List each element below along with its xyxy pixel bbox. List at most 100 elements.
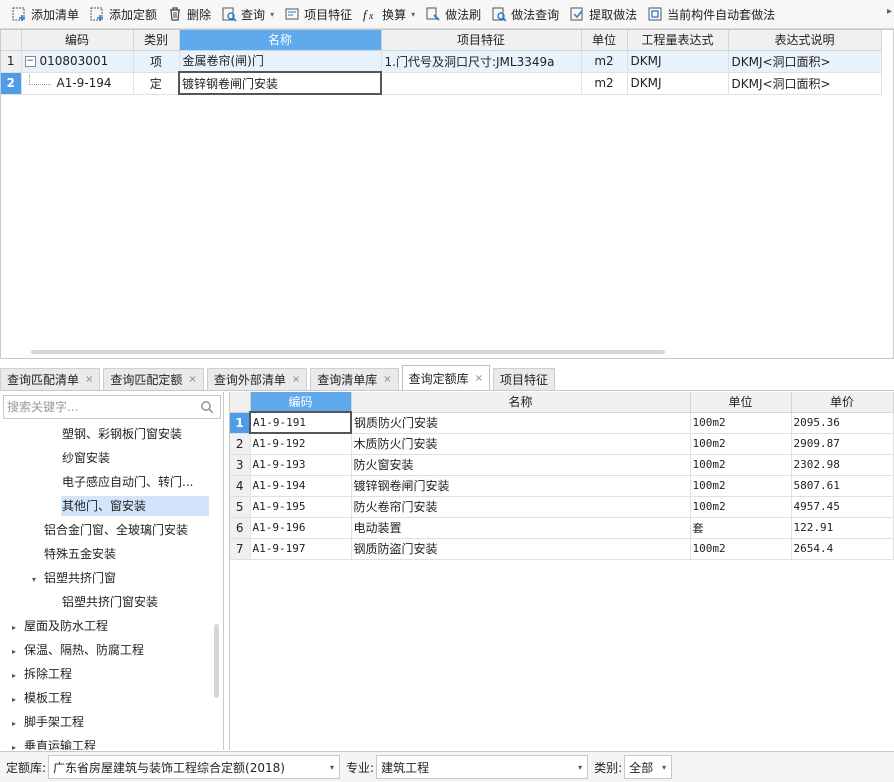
tree-item[interactable]: 铝合金门窗、全玻璃门安装 [44, 520, 188, 540]
tree-item[interactable]: 特殊五金安装 [44, 544, 116, 564]
header-price[interactable]: 单价 [791, 392, 894, 413]
close-icon[interactable]: × [85, 374, 93, 385]
price-cell[interactable]: 4957.45 [791, 496, 894, 518]
header-unit[interactable]: 单位 [581, 30, 628, 51]
table-row[interactable]: 7 A1-9-197 钢质防盗门安装 100m2 2654.4 [230, 538, 894, 560]
tree-item-collapsed[interactable]: ▸ 屋面及防水工程 [12, 616, 108, 636]
row-number[interactable]: 5 [230, 496, 251, 518]
expand-arrow-icon[interactable]: ▸ [12, 618, 24, 638]
feature-button[interactable]: 项目特征 [279, 2, 357, 26]
row-number[interactable]: 2 [230, 433, 251, 455]
header-code[interactable]: 编码 [21, 30, 134, 51]
expand-arrow-icon[interactable]: ▸ [12, 690, 24, 710]
tree-item-selected[interactable]: 其他门、窗安装 [61, 496, 209, 516]
close-icon[interactable]: × [383, 374, 391, 385]
type-cell[interactable]: 定 [133, 72, 180, 95]
name-cell-editing[interactable]: 镀锌钢卷闸门安装 [178, 71, 382, 95]
name-cell[interactable]: 电动装置 [351, 517, 691, 539]
type-cell[interactable]: 项 [133, 50, 180, 73]
unit-cell[interactable]: 100m2 [690, 454, 792, 476]
tab-list-library[interactable]: 查询清单库 × [310, 368, 399, 390]
tab-external-list[interactable]: 查询外部清单 × [206, 368, 308, 390]
query-button[interactable]: 查询 ▾ [216, 2, 279, 26]
header-name[interactable]: 名称 [179, 30, 382, 51]
search-icon[interactable] [200, 400, 214, 414]
feature-cell[interactable] [381, 72, 582, 95]
expression-desc-cell[interactable]: DKMJ<洞口面积> [728, 50, 882, 73]
header-name[interactable]: 名称 [351, 392, 691, 413]
expand-arrow-icon[interactable]: ▸ [12, 738, 24, 750]
name-cell[interactable]: 钢质防火门安装 [351, 412, 691, 434]
table-row[interactable]: 3 A1-9-193 防火窗安装 100m2 2302.98 [230, 454, 894, 476]
search-input[interactable] [7, 397, 197, 417]
collapse-toggle-icon[interactable]: − [24, 56, 36, 67]
row-number[interactable]: 3 [230, 454, 251, 476]
tree-item-collapsed[interactable]: ▸ 垂直运输工程 [12, 736, 96, 750]
row-number[interactable]: 7 [230, 538, 251, 560]
row-number[interactable]: 1 [1, 50, 22, 73]
expression-desc-cell[interactable]: DKMJ<洞口面积> [728, 72, 882, 95]
header-unit[interactable]: 单位 [690, 392, 792, 413]
tree-item[interactable]: 电子感应自动门、转门... [62, 472, 193, 492]
chevron-down-icon[interactable]: ▾ [270, 10, 274, 19]
tree-item[interactable]: 纱窗安装 [62, 448, 110, 468]
table-row[interactable]: 5 A1-9-195 防火卷帘门安装 100m2 4957.45 [230, 496, 894, 518]
tab-match-quota[interactable]: 查询匹配定额 × [103, 368, 204, 390]
table-row[interactable]: 2 A1-9-192 木质防火门安装 100m2 2909.87 [230, 433, 894, 455]
vertical-scrollbar[interactable] [214, 624, 219, 698]
tree-item-collapsed[interactable]: ▸ 脚手架工程 [12, 712, 84, 732]
code-cell[interactable]: A1-9-194 [250, 475, 352, 497]
price-cell[interactable]: 2909.87 [791, 433, 894, 455]
table-row[interactable]: 1 −010803001 项 金属卷帘(闸)门 1.门代号及洞口尺寸:JML33… [1, 50, 882, 73]
add-list-button[interactable]: 添加清单 [6, 2, 84, 26]
code-cell[interactable]: A1-9-197 [250, 538, 352, 560]
name-cell[interactable]: 金属卷帘(闸)门 [179, 50, 382, 73]
row-number[interactable]: 6 [230, 517, 251, 539]
expression-cell[interactable]: DKMJ [627, 72, 729, 95]
tree-item-collapsed[interactable]: ▸ 拆除工程 [12, 664, 72, 684]
price-cell[interactable]: 2302.98 [791, 454, 894, 476]
code-cell[interactable]: −010803001 [21, 50, 134, 73]
table-row[interactable]: 1 A1-9-191 钢质防火门安装 100m2 2095.36 [230, 411, 894, 434]
convert-button[interactable]: fx 换算 ▾ [357, 2, 420, 26]
close-icon[interactable]: × [292, 374, 300, 385]
price-cell[interactable]: 2095.36 [791, 412, 894, 434]
unit-cell[interactable]: 100m2 [690, 412, 792, 434]
toolbar-more-icon[interactable]: ▸ [887, 6, 892, 17]
header-feature[interactable]: 项目特征 [381, 30, 582, 51]
chevron-down-icon[interactable]: ▾ [411, 10, 415, 19]
auto-apply-button[interactable]: 当前构件自动套做法 [642, 2, 780, 26]
expand-arrow-icon[interactable]: ▾ [32, 570, 44, 590]
tree-item-expanded[interactable]: ▾ 铝塑共挤门窗 [32, 568, 116, 588]
tab-project-feature[interactable]: 项目特征 [493, 368, 556, 390]
delete-button[interactable]: 删除 [162, 2, 216, 26]
unit-cell[interactable]: m2 [581, 50, 628, 73]
unit-cell[interactable]: 套 [690, 517, 792, 539]
code-cell[interactable]: A1-9-191 [249, 411, 352, 434]
code-cell[interactable]: A1-9-192 [250, 433, 352, 455]
unit-cell[interactable]: 100m2 [690, 475, 792, 497]
method-brush-button[interactable]: 做法刷 [420, 2, 486, 26]
name-cell[interactable]: 钢质防盗门安装 [351, 538, 691, 560]
extract-method-button[interactable]: 提取做法 [564, 2, 642, 26]
price-cell[interactable]: 122.91 [791, 517, 894, 539]
table-row[interactable]: 6 A1-9-196 电动装置 套 122.91 [230, 517, 894, 539]
unit-cell[interactable]: 100m2 [690, 538, 792, 560]
method-query-button[interactable]: 做法查询 [486, 2, 564, 26]
close-icon[interactable]: × [475, 373, 483, 384]
expand-arrow-icon[interactable]: ▸ [12, 666, 24, 686]
tree-item[interactable]: 塑钢、彩钢板门窗安装 [62, 424, 182, 444]
quota-library-select[interactable]: 广东省房屋建筑与装饰工程综合定额(2018) ▾ [48, 755, 341, 779]
code-cell[interactable]: A1-9-195 [250, 496, 352, 518]
header-type[interactable]: 类别 [133, 30, 180, 51]
unit-cell[interactable]: 100m2 [690, 496, 792, 518]
name-cell[interactable]: 镀锌钢卷闸门安装 [351, 475, 691, 497]
feature-cell[interactable]: 1.门代号及洞口尺寸:JML3349a [381, 50, 582, 73]
code-cell[interactable]: A1-9-194 [21, 72, 134, 95]
tab-quota-library[interactable]: 查询定额库 × [401, 365, 491, 390]
close-icon[interactable]: × [188, 374, 196, 385]
category-select[interactable]: 全部 ▾ [624, 755, 673, 779]
name-cell[interactable]: 木质防火门安装 [351, 433, 691, 455]
tab-match-list[interactable]: 查询匹配清单 × [0, 368, 101, 390]
row-number[interactable]: 1 [230, 412, 251, 434]
